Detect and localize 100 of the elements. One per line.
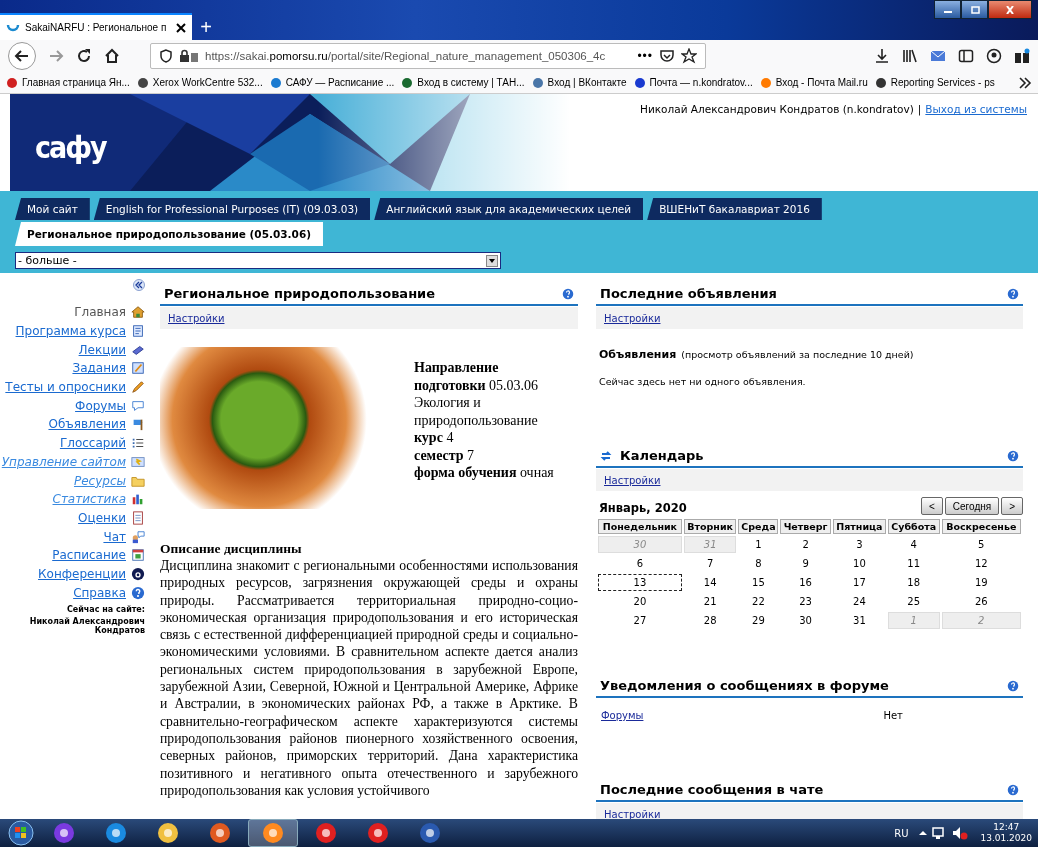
calendar-day[interactable]: 12 [941,555,1021,572]
menu-link[interactable]: Форумы [75,398,126,413]
calendar-day[interactable]: 26 [941,593,1021,610]
chevron-icon[interactable] [1018,75,1032,90]
volume-muted-icon[interactable] [952,826,969,840]
calendar-day[interactable]: 1 [738,536,779,553]
close-button[interactable] [988,0,1032,19]
help-icon[interactable] [1007,287,1019,300]
calendar-day[interactable]: 28 [683,612,737,629]
calendar-day[interactable]: 9 [780,555,831,572]
refresh-icon[interactable] [600,449,612,462]
calendar-day[interactable]: 15 [738,574,779,591]
close-icon[interactable] [176,22,186,33]
site-tab[interactable]: Мой сайт [15,198,90,220]
start-button[interactable] [6,820,36,846]
menu-link[interactable]: Оценки [78,510,126,525]
maximize-button[interactable] [961,0,988,19]
menu-link[interactable]: Задания [72,361,126,376]
next-month-button[interactable]: > [1001,497,1023,515]
sidebar-icon[interactable] [958,48,974,64]
site-tab[interactable]: Английский язык для академических целей [374,198,644,220]
calendar-day[interactable]: 4 [887,536,940,553]
back-button[interactable] [8,42,36,70]
calendar-day[interactable]: 22 [738,593,779,610]
site-tab[interactable]: English for Professional Purposes (IT) (09.03.03) [93,198,371,220]
menu-link[interactable]: Чат [103,529,126,544]
page-actions-button[interactable]: ••• [637,49,653,63]
calendar-day[interactable]: 29 [738,612,779,629]
calendar-day[interactable]: 8 [738,555,779,572]
calendar-day[interactable]: 5 [941,536,1021,553]
bookmark[interactable]: Reporting Services - ps [874,76,995,89]
calendar-day[interactable]: 11 [887,555,940,572]
calendar-day[interactable]: 21 [683,593,737,610]
calendar-day[interactable]: 24 [832,593,886,610]
menu-link[interactable]: Ресурсы [74,473,126,488]
menu-link[interactable]: Управление сайтом [1,454,126,469]
menu-link[interactable]: Объявления [48,417,126,432]
today-button[interactable]: Сегодня [944,497,1000,515]
calendar-day[interactable]: 13 [598,574,682,591]
calendar-day[interactable]: 20 [598,593,682,610]
settings-link[interactable]: Настройки [604,808,661,819]
settings-link[interactable]: Настройки [168,312,225,324]
menu-link[interactable]: Тесты и опросники [5,380,126,395]
calendar-day[interactable]: 30 [780,612,831,629]
help-icon[interactable] [1007,449,1019,462]
library-icon[interactable] [902,48,918,64]
minimize-button[interactable] [934,0,961,19]
menu-link[interactable]: Статистика [52,492,126,507]
extensions-icon[interactable] [1014,48,1030,64]
calendar-day[interactable]: 3 [832,536,886,553]
browser-tab[interactable]: SakaiNARFU : Региональное п [0,13,192,40]
calendar-day[interactable]: 25 [887,593,940,610]
lock-icon[interactable] [179,49,199,63]
more-sites-dropdown[interactable]: - больше - [15,252,501,269]
bookmark[interactable]: Вход - Почта Mail.ru [759,76,868,89]
site-tab[interactable]: ВШЕНиТ бакалавриат 2016 [647,198,822,220]
bookmark[interactable]: Вход | ВКонтакте [531,76,627,89]
forward-icon[interactable] [48,48,64,64]
help-icon[interactable] [1007,783,1019,796]
logo[interactable]: сафу [35,130,106,165]
forums-link[interactable]: Форумы [601,710,644,721]
mail-icon[interactable] [930,48,946,64]
calendar-day[interactable]: 2 [780,536,831,553]
language-indicator[interactable]: RU [894,827,909,839]
bookmark[interactable]: Почта — n.kondratov... [633,76,753,89]
home-icon[interactable] [104,48,120,64]
calendar-day[interactable]: 31 [832,612,886,629]
menu-item[interactable]: Главная [74,305,126,320]
bookmark[interactable]: Главная страница Ян... [6,76,130,89]
calendar-day[interactable]: 19 [941,574,1021,591]
calendar-day[interactable]: 6 [598,555,682,572]
clock-date[interactable]: 13.01.2020 [980,833,1032,844]
previous-month-button[interactable]: < [921,497,943,515]
calendar-day[interactable]: 14 [683,574,737,591]
site-tab[interactable]: Региональное природопользование (05.03.06) [15,222,323,246]
star-icon[interactable] [681,48,697,64]
bookmark[interactable]: Вход в систему | ТАН... [401,76,525,89]
bookmark[interactable]: Xerox WorkCentre 532... [136,76,263,89]
download-icon[interactable] [874,48,890,64]
menu-link[interactable]: Справка [73,585,126,600]
menu-link[interactable]: Глоссарий [59,436,126,451]
calendar-day[interactable]: 23 [780,593,831,610]
menu-link[interactable]: Расписание [52,548,126,563]
help-icon[interactable] [1007,679,1019,692]
calendar-day[interactable]: 7 [683,555,737,572]
settings-link[interactable]: Настройки [604,474,661,486]
help-icon[interactable] [562,287,574,300]
bookmark[interactable]: САФУ — Расписание ... [269,76,395,89]
calendar-day[interactable]: 27 [598,612,682,629]
calendar-day[interactable]: 17 [832,574,886,591]
calendar-day[interactable]: 10 [832,555,886,572]
address-bar[interactable]: https://sakai.pomorsu.ru/portal/site/Regional_nature_management_050306_4c ••• [150,43,706,69]
new-tab-button[interactable]: + [192,13,220,40]
clock-time[interactable]: 12:47 [993,822,1020,833]
menu-link[interactable]: Лекции [78,342,126,357]
pocket-icon[interactable] [659,48,675,64]
account-icon[interactable] [986,48,1002,64]
collapse-icon[interactable] [133,279,145,291]
settings-link[interactable]: Настройки [604,312,661,324]
menu-link[interactable]: Конференции [38,566,126,581]
